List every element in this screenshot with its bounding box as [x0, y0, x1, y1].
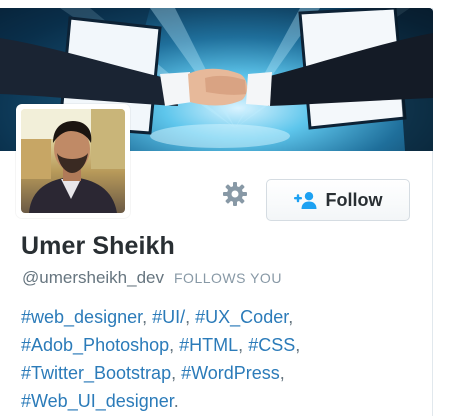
bio-separator: , — [142, 307, 153, 327]
gear-icon — [223, 182, 247, 206]
follow-button[interactable]: Follow — [266, 179, 410, 221]
hashtag-link[interactable]: #Twitter_Bootstrap — [21, 363, 171, 383]
avatar — [21, 109, 125, 213]
bio-separator: , — [185, 307, 196, 327]
settings-button[interactable] — [221, 180, 249, 208]
hashtag-link[interactable]: #UX_Coder — [195, 307, 288, 327]
bio-separator: , — [171, 363, 182, 383]
hashtag-link[interactable]: #WordPress — [181, 363, 280, 383]
bio-separator: , — [288, 307, 294, 327]
hashtag-link[interactable]: #Adob_Photoshop — [21, 335, 169, 355]
bio-line: #Web_UI_designer. — [21, 387, 421, 415]
hashtag-link[interactable]: #UI/ — [152, 307, 185, 327]
hashtag-link[interactable]: #CSS — [248, 335, 295, 355]
profile-bio: #web_designer, #UI/, #UX_Coder, #Adob_Pho… — [21, 303, 421, 415]
follow-label: Follow — [325, 189, 383, 210]
hashtag-link[interactable]: #HTML — [179, 335, 238, 355]
avatar-frame[interactable] — [16, 104, 130, 218]
profile-name[interactable]: Umer Sheikh — [21, 232, 175, 261]
add-user-icon — [293, 192, 316, 209]
bio-separator: , — [295, 335, 301, 355]
profile-card: Follow Umer Sheikh @umersheikh_dev FOLLO… — [0, 8, 433, 416]
bio-separator: , — [169, 335, 180, 355]
handle-row: @umersheikh_dev FOLLOWS YOU — [22, 268, 282, 288]
bio-line: #Twitter_Bootstrap, #WordPress, — [21, 359, 421, 387]
bio-line: #web_designer, #UI/, #UX_Coder, — [21, 303, 421, 331]
follows-you-badge: FOLLOWS YOU — [174, 270, 282, 286]
bio-separator: , — [279, 363, 285, 383]
hashtag-link[interactable]: #Web_UI_designer — [21, 391, 174, 411]
avatar-photo — [21, 109, 125, 213]
bio-separator: . — [173, 391, 179, 411]
profile-handle[interactable]: @umersheikh_dev — [22, 268, 164, 288]
bio-line: #Adob_Photoshop, #HTML, #CSS, — [21, 331, 421, 359]
hashtag-link[interactable]: #web_designer — [21, 307, 142, 327]
bio-separator: , — [238, 335, 249, 355]
